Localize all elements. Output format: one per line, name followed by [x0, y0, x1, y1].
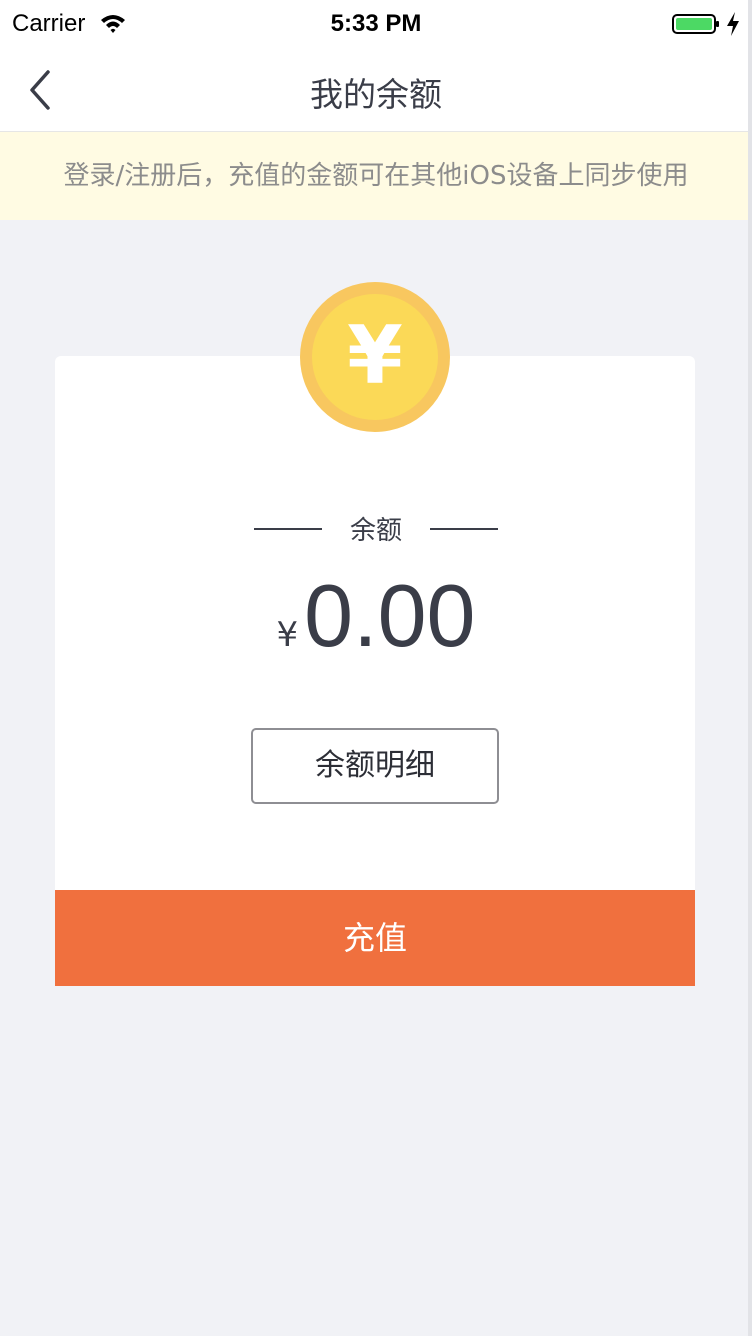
- divider-right: [430, 528, 498, 530]
- screen-edge: [748, 0, 752, 1336]
- page-title: 我的余额: [310, 75, 442, 114]
- status-time: 5:33 PM: [330, 10, 422, 37]
- balance-amount: ¥0.00: [200, 568, 552, 664]
- recharge-button[interactable]: 充值: [55, 890, 695, 986]
- nav-bar: 我的余额: [0, 48, 752, 132]
- coin-symbol: ¥: [347, 309, 403, 402]
- balance-detail-button[interactable]: 余额明细: [251, 728, 499, 804]
- amount-value: 0.00: [304, 566, 476, 665]
- balance-label-row: 余额: [254, 508, 498, 548]
- status-bar: Carrier 5:33 PM: [0, 0, 752, 48]
- yen-coin-icon: ¥: [300, 282, 450, 432]
- sync-notice: 登录/注册后，充值的金额可在其他iOS设备上同步使用: [0, 132, 752, 220]
- currency-symbol: ¥: [276, 615, 299, 655]
- charging-bolt-icon: [727, 12, 739, 36]
- battery-icon: [672, 14, 719, 34]
- screen: Carrier 5:33 PM 我的余额 登录/注册后，充值的金额可在其他iOS…: [0, 0, 752, 1336]
